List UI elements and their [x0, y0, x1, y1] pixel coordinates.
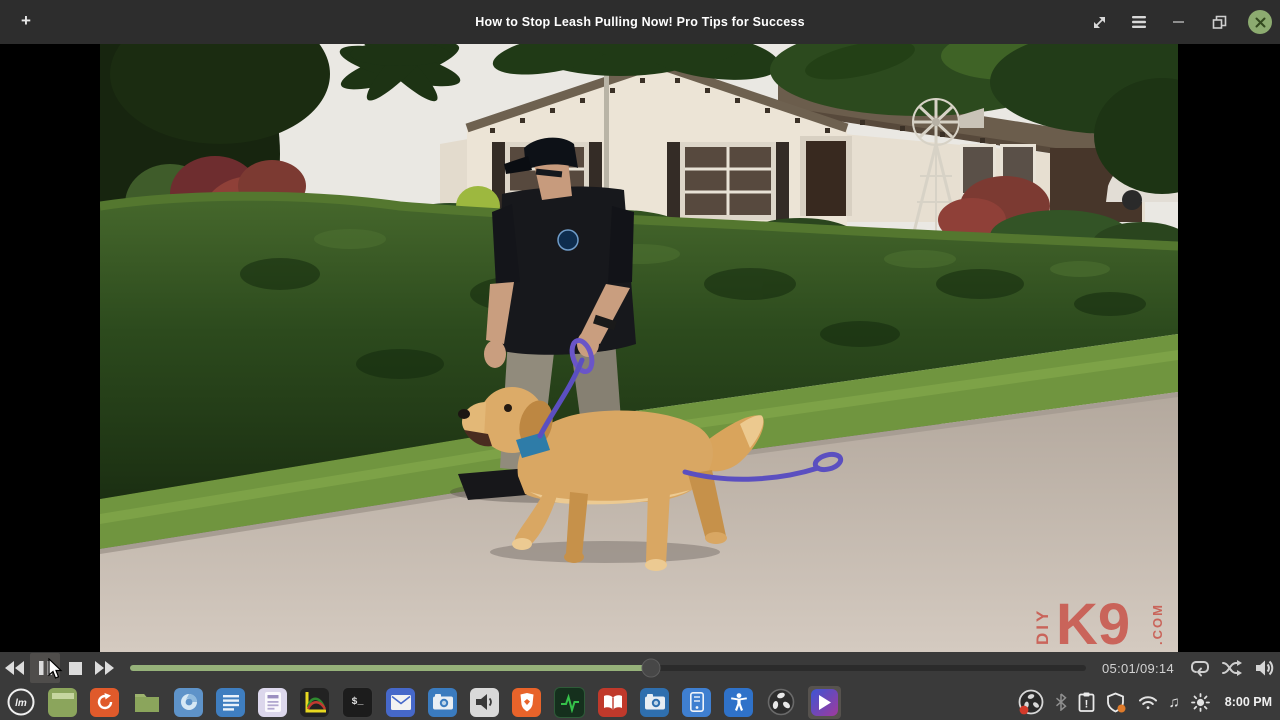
seek-bar[interactable] [130, 658, 1087, 678]
player-control-bar: 05:01/09:14 [0, 652, 1280, 684]
window-titlebar: + How to Stop Leash Pulling Now! Pro Tip… [0, 0, 1280, 44]
accessibility-icon[interactable] [724, 687, 753, 717]
house-window-center [667, 142, 789, 220]
wifi-icon[interactable] [1138, 695, 1158, 710]
stop-button[interactable] [60, 653, 90, 683]
video-scene: DIY K9 .COM [100, 44, 1178, 652]
orange-refresh-app-icon[interactable] [90, 687, 119, 717]
fullscreen-icon[interactable] [1088, 11, 1110, 33]
taskbar-panel: lm $_ ! ♫ 8:00 PM [0, 684, 1280, 720]
clipboard-alert-icon[interactable]: ! [1078, 692, 1095, 712]
chart-plot-icon[interactable] [300, 687, 329, 717]
video-frame[interactable]: DIY K9 .COM [100, 44, 1178, 652]
watermark-com: .COM [1150, 603, 1165, 645]
svg-text:!: ! [1084, 699, 1088, 711]
brightness-icon[interactable] [1190, 692, 1210, 712]
obs-recording-tray-icon[interactable] [1018, 689, 1044, 715]
obs-studio-icon[interactable] [766, 688, 795, 717]
mint-logo-text: lm [15, 698, 27, 709]
menu-icon[interactable] [1128, 11, 1150, 33]
maximize-button[interactable] [1208, 11, 1230, 33]
mobile-device-icon[interactable] [682, 687, 711, 717]
terminal-prompt-glyph: $_ [351, 696, 364, 708]
volume-icon[interactable] [1248, 653, 1280, 683]
blue-browser-icon[interactable] [174, 687, 203, 717]
mint-menu-button[interactable]: lm [6, 688, 35, 717]
rewind-button[interactable] [0, 653, 30, 683]
ebook-reader-icon[interactable] [598, 687, 627, 717]
shuffle-icon[interactable] [1216, 653, 1248, 683]
screenshot-camera-icon[interactable] [428, 687, 457, 717]
brave-browser-icon[interactable] [512, 687, 541, 717]
photos-camera-icon[interactable] [640, 687, 669, 717]
seek-progress [130, 665, 652, 671]
file-manager-icon[interactable] [132, 688, 161, 717]
music-note-icon[interactable]: ♫ [1169, 694, 1180, 711]
mail-icon[interactable] [386, 687, 415, 717]
shield-update-icon[interactable] [1106, 692, 1127, 713]
time-display: 05:01/09:14 [1102, 660, 1174, 676]
taskbar-clock[interactable]: 8:00 PM [1225, 695, 1272, 709]
writer-document-icon[interactable] [216, 687, 245, 717]
close-button[interactable] [1248, 10, 1272, 34]
minimize-button[interactable] [1168, 11, 1190, 33]
watermark-k9: K9 [1056, 592, 1130, 652]
watermark-diy: DIY [1033, 608, 1052, 645]
pause-button[interactable] [30, 653, 60, 683]
notes-document-icon[interactable] [258, 687, 287, 717]
sound-settings-icon[interactable] [470, 687, 499, 717]
media-player-active-icon[interactable] [808, 685, 841, 719]
forward-button[interactable] [90, 653, 120, 683]
loop-icon[interactable] [1184, 653, 1216, 683]
bluetooth-icon[interactable] [1055, 693, 1067, 711]
show-desktop-button[interactable] [48, 687, 77, 717]
seek-handle[interactable] [641, 658, 661, 678]
system-tray: ! ♫ 8:00 PM [1018, 689, 1272, 715]
terminal-icon[interactable]: $_ [342, 686, 373, 718]
front-door [800, 136, 852, 216]
video-stage: DIY K9 .COM [0, 44, 1280, 652]
system-monitor-icon[interactable] [554, 686, 585, 718]
